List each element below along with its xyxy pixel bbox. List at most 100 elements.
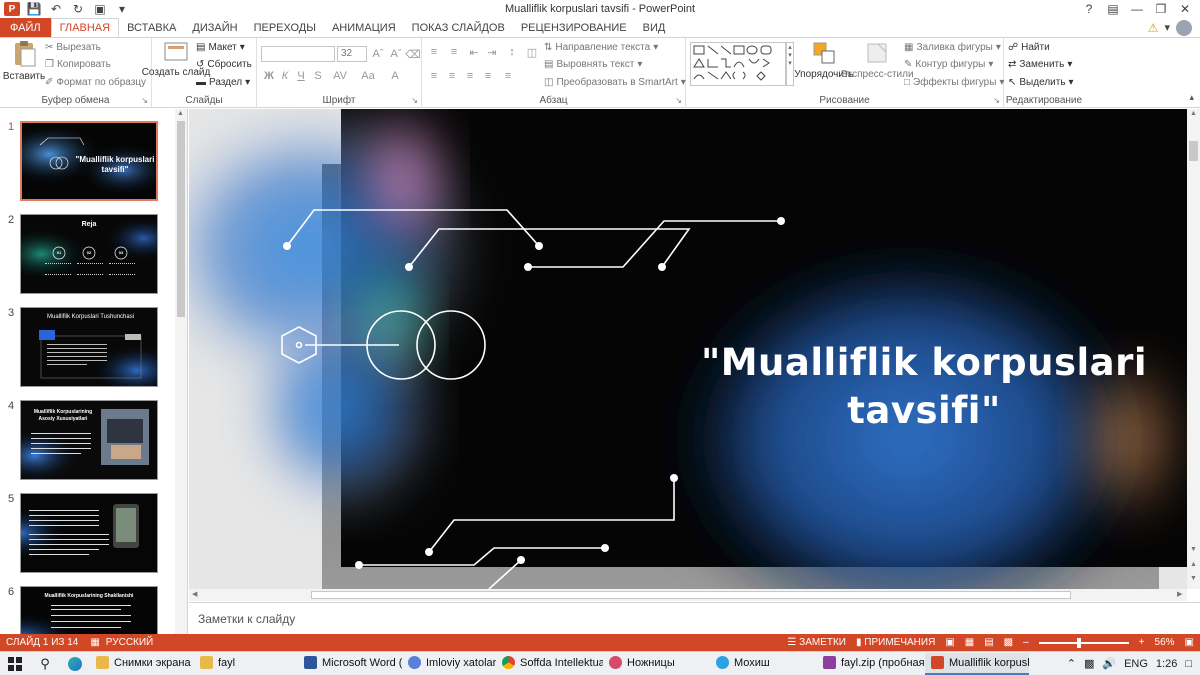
notifications-icon[interactable]: □ bbox=[1185, 658, 1192, 670]
taskbar-item-powerpoint[interactable]: Mualliflik korpusl... bbox=[925, 652, 1029, 675]
avatar[interactable] bbox=[1176, 19, 1192, 36]
undo-icon[interactable]: ↶ bbox=[48, 1, 64, 17]
shapes-gallery[interactable] bbox=[690, 42, 786, 86]
notes-placeholder[interactable]: Заметки к слайду bbox=[198, 612, 295, 626]
font-name-field[interactable] bbox=[261, 46, 335, 62]
shape-effects-button[interactable]: □ Эффекты фигуры ▾ bbox=[904, 77, 1004, 88]
close-icon[interactable]: ✕ bbox=[1174, 0, 1196, 18]
fit-slide-icon[interactable]: ▣ bbox=[1185, 637, 1194, 648]
slide-thumbnail-3[interactable]: Mualliflik Korpuslari Tushunchasi bbox=[20, 307, 158, 387]
section-button[interactable]: ▬ Раздел ▾ bbox=[196, 77, 250, 88]
zoom-in-icon[interactable]: + bbox=[1139, 637, 1145, 648]
slide-sorter-view-icon[interactable]: ▦ bbox=[965, 637, 974, 648]
scroll-left-icon[interactable]: ◀ bbox=[192, 590, 197, 598]
paragraph-launcher-icon[interactable]: ↘ bbox=[675, 96, 682, 105]
bullets-icon[interactable]: ≡ bbox=[426, 44, 442, 60]
drawing-launcher-icon[interactable]: ↘ bbox=[993, 96, 1000, 105]
slide-thumbnail-4[interactable]: Mualliflik Korpuslarining Asosiy Xususiy… bbox=[20, 400, 158, 480]
taskbar-item-word[interactable]: Microsoft Word (... bbox=[298, 653, 402, 675]
decrease-indent-icon[interactable]: ⇤ bbox=[466, 44, 482, 60]
underline-button[interactable]: Ч bbox=[293, 68, 309, 84]
tab-view[interactable]: ВИД bbox=[635, 18, 674, 37]
scroll-up-icon[interactable]: ▲ bbox=[177, 110, 184, 117]
find-button[interactable]: ☍ Найти bbox=[1008, 42, 1050, 53]
edge-browser-icon[interactable] bbox=[60, 652, 90, 675]
increase-indent-icon[interactable]: ⇥ bbox=[484, 44, 500, 60]
slide-horizontal-scrollbar[interactable]: ◀ ▶ bbox=[189, 589, 1187, 601]
scroll-right-icon[interactable]: ▶ bbox=[1177, 590, 1182, 598]
redo-icon[interactable]: ↻ bbox=[70, 1, 86, 17]
zoom-slider[interactable] bbox=[1038, 637, 1129, 648]
font-color-button[interactable]: A bbox=[387, 68, 403, 84]
previous-slide-icon[interactable]: ▲ bbox=[1190, 561, 1197, 568]
search-icon[interactable]: ⚲ bbox=[30, 652, 60, 675]
slides-panel-scroll-thumb[interactable] bbox=[177, 121, 185, 317]
taskbar-item-winrar[interactable]: fayl.zip (пробная... bbox=[817, 653, 925, 675]
numbering-icon[interactable]: ≡ bbox=[446, 44, 462, 60]
customize-quick-access-icon[interactable]: ▾ bbox=[114, 1, 130, 17]
slide-title-placeholder[interactable]: "Mualliflik korpuslari tavsifi" bbox=[689, 339, 1159, 435]
slide-thumbnail-1[interactable]: "Mualliflik korpuslari tavsifi" bbox=[20, 121, 158, 201]
copy-button[interactable]: ❐ Копировать bbox=[45, 59, 111, 70]
comments-toggle-button[interactable]: ▮ ПРИМЕЧАНИЯ bbox=[856, 637, 935, 648]
tab-review[interactable]: РЕЦЕНЗИРОВАНИЕ bbox=[513, 18, 635, 37]
taskbar-item-fayl-folder[interactable]: fayl bbox=[194, 653, 298, 675]
change-case-button[interactable]: Aa bbox=[357, 68, 379, 84]
save-icon[interactable]: 💾 bbox=[26, 1, 42, 17]
clock[interactable]: 1:26 bbox=[1156, 658, 1177, 670]
notes-pane[interactable]: Заметки к слайду bbox=[189, 602, 1200, 634]
zoom-out-icon[interactable]: – bbox=[1023, 637, 1029, 648]
layout-button[interactable]: ▤ Макет ▾ bbox=[196, 42, 245, 53]
tab-insert[interactable]: ВСТАВКА bbox=[119, 18, 184, 37]
normal-view-icon[interactable]: ▣ bbox=[945, 637, 954, 648]
slide-thumbnail-2[interactable]: Reja 01 02 03 bbox=[20, 214, 158, 294]
scroll-down-icon[interactable]: ▼ bbox=[1190, 546, 1197, 553]
warning-icon[interactable]: ⚠ bbox=[1148, 21, 1159, 35]
slide-editor[interactable]: "Mualliflik korpuslari tavsifi" bbox=[189, 109, 1187, 589]
shape-fill-button[interactable]: ▦ Заливка фигуры ▾ bbox=[904, 42, 1001, 53]
notes-toggle-button[interactable]: ☰ ЗАМЕТКИ bbox=[787, 637, 846, 648]
char-spacing-button[interactable]: AV bbox=[329, 68, 351, 84]
tab-home[interactable]: ГЛАВНАЯ bbox=[50, 18, 120, 37]
shape-outline-button[interactable]: ✎ Контур фигуры ▾ bbox=[904, 59, 993, 70]
scroll-up-icon[interactable]: ▲ bbox=[1190, 110, 1197, 117]
font-size-field[interactable]: 32 bbox=[337, 46, 367, 62]
slide-vertical-scrollbar[interactable]: ▲ ▼ ▲ ▼ bbox=[1187, 109, 1200, 589]
format-painter-button[interactable]: ✐ Формат по образцу bbox=[45, 77, 146, 88]
cut-button[interactable]: ✂ Вырезать bbox=[45, 42, 101, 53]
slide-vertical-scroll-thumb[interactable] bbox=[1189, 141, 1198, 161]
text-direction-button[interactable]: ⇅ Направление текста ▾ bbox=[544, 42, 658, 53]
paste-button[interactable]: Вставить bbox=[3, 40, 45, 82]
justify-icon[interactable]: ≡ bbox=[480, 68, 496, 84]
slideshow-view-icon[interactable]: ▩ bbox=[1004, 637, 1013, 648]
reset-button[interactable]: ↺ Сбросить bbox=[196, 59, 252, 70]
tab-transitions[interactable]: ПЕРЕХОДЫ bbox=[246, 18, 324, 37]
slide-thumbnail-6[interactable]: Mualliflik Korpuslarining Shakllanishi bbox=[20, 586, 158, 634]
input-language[interactable]: ENG bbox=[1124, 658, 1148, 670]
tab-slideshow[interactable]: ПОКАЗ СЛАЙДОВ bbox=[404, 18, 513, 37]
clipboard-launcher-icon[interactable]: ↘ bbox=[141, 96, 148, 105]
font-launcher-icon[interactable]: ↘ bbox=[411, 96, 418, 105]
ribbon-display-icon[interactable]: ▤ bbox=[1102, 0, 1124, 18]
zoom-level[interactable]: 56% bbox=[1155, 637, 1175, 648]
language-indicator[interactable]: РУССКИЙ bbox=[106, 637, 153, 648]
align-right-icon[interactable]: ≡ bbox=[462, 68, 478, 84]
slides-panel-scrollbar[interactable]: ▲ bbox=[175, 109, 187, 634]
line-spacing-icon[interactable]: ↕ bbox=[504, 44, 520, 60]
clear-formatting-icon[interactable]: ⌫ bbox=[405, 46, 421, 62]
select-button[interactable]: ↖ Выделить ▾ bbox=[1008, 77, 1074, 88]
replace-button[interactable]: ⇄ Заменить ▾ bbox=[1008, 59, 1072, 70]
align-left-icon[interactable]: ≡ bbox=[426, 68, 442, 84]
tab-animation[interactable]: АНИМАЦИЯ bbox=[324, 18, 404, 37]
new-slide-button[interactable]: Создать слайд bbox=[142, 40, 210, 79]
taskbar-item-snipping[interactable]: Ножницы bbox=[603, 653, 710, 675]
tab-design[interactable]: ДИЗАЙН bbox=[184, 18, 245, 37]
distributed-icon[interactable]: ≡ bbox=[500, 68, 516, 84]
smartart-button[interactable]: ◫ Преобразовать в SmartArt ▾ bbox=[544, 77, 686, 88]
taskbar-item-chrome[interactable]: Soffda Intellektua... bbox=[496, 653, 603, 675]
quick-styles-button[interactable]: Экспресс-стили bbox=[840, 40, 914, 81]
collapse-ribbon-icon[interactable]: ▴ bbox=[1189, 92, 1194, 103]
shrink-font-icon[interactable]: Aˇ bbox=[388, 46, 404, 62]
grow-font-icon[interactable]: Aˆ bbox=[370, 46, 386, 62]
taskbar-item-telegram[interactable]: Мохиш bbox=[710, 653, 817, 675]
